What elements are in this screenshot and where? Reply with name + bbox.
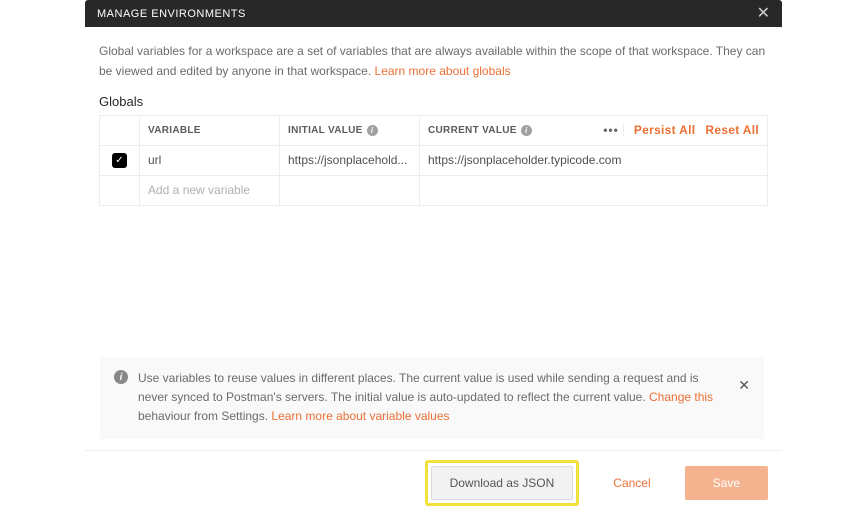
modal-header: MANAGE ENVIRONMENTS ✕ — [85, 0, 782, 27]
current-value-text: https://jsonplaceholder.typicode.com — [428, 153, 759, 167]
hint-text: Use variables to reuse values in differe… — [138, 369, 726, 427]
persist-all-button[interactable]: Persist All — [634, 123, 696, 137]
save-button[interactable]: Save — [685, 466, 768, 500]
checkbox-checked-icon[interactable]: ✓ — [112, 153, 127, 168]
close-icon[interactable]: ✕ — [757, 6, 770, 22]
change-this-link[interactable]: Change this — [649, 390, 713, 404]
table-header-row: VARIABLE INITIAL VALUE i CURRENT VALUE i •… — [100, 116, 767, 146]
header-actions: ••• Persist All Reset All — [587, 116, 767, 145]
download-json-button[interactable]: Download as JSON — [431, 466, 574, 500]
header-variable-label: VARIABLE — [148, 125, 201, 136]
footer-divider — [85, 450, 782, 451]
add-variable-placeholder: Add a new variable — [148, 183, 250, 197]
header-initial: INITIAL VALUE i — [280, 116, 420, 145]
modal-footer: Download as JSON Cancel Save — [85, 460, 782, 506]
table-row-new[interactable]: Add a new variable — [100, 176, 767, 206]
new-current-cell[interactable] — [420, 176, 767, 205]
globals-section-title: Globals — [99, 94, 768, 109]
info-icon[interactable]: i — [367, 125, 378, 136]
learn-more-values-link[interactable]: Learn more about variable values — [271, 409, 449, 423]
header-current-label: CURRENT VALUE — [428, 125, 517, 136]
manage-environments-modal: MANAGE ENVIRONMENTS ✕ Global variables f… — [85, 0, 782, 220]
row-checkbox-empty — [100, 176, 140, 205]
info-icon: i — [114, 370, 128, 384]
info-icon[interactable]: i — [521, 125, 532, 136]
modal-title: MANAGE ENVIRONMENTS — [97, 8, 246, 20]
add-variable-input[interactable]: Add a new variable — [140, 176, 280, 205]
row-checkbox-cell[interactable]: ✓ — [100, 146, 140, 175]
header-current: CURRENT VALUE i — [420, 116, 587, 145]
table-row[interactable]: ✓ url https://jsonplacehold... https://j… — [100, 146, 767, 176]
new-initial-cell[interactable] — [280, 176, 420, 205]
initial-value-cell[interactable]: https://jsonplacehold... — [280, 146, 420, 175]
current-value-cell[interactable]: https://jsonplaceholder.typicode.com — [420, 146, 767, 175]
reset-all-button[interactable]: Reset All — [705, 123, 759, 137]
variable-name-value: url — [148, 153, 271, 167]
globals-table: VARIABLE INITIAL VALUE i CURRENT VALUE i •… — [99, 115, 768, 206]
learn-more-globals-link[interactable]: Learn more about globals — [375, 64, 511, 78]
hint-text-1: Use variables to reuse values in differe… — [138, 371, 699, 404]
more-actions-icon[interactable]: ••• — [603, 123, 624, 137]
header-checkbox-cell — [100, 116, 140, 145]
download-highlight: Download as JSON — [425, 460, 580, 506]
header-initial-label: INITIAL VALUE — [288, 125, 363, 136]
variable-name-cell[interactable]: url — [140, 146, 280, 175]
hint-text-2: behaviour from Settings. — [138, 409, 271, 423]
description-text: Global variables for a workspace are a s… — [99, 41, 768, 82]
hint-panel: i Use variables to reuse values in diffe… — [100, 357, 764, 439]
close-icon[interactable]: ✕ — [738, 377, 750, 394]
cancel-button[interactable]: Cancel — [595, 466, 668, 500]
modal-body: Global variables for a workspace are a s… — [85, 27, 782, 220]
header-variable: VARIABLE — [140, 116, 280, 145]
initial-value-text: https://jsonplacehold... — [288, 153, 411, 167]
